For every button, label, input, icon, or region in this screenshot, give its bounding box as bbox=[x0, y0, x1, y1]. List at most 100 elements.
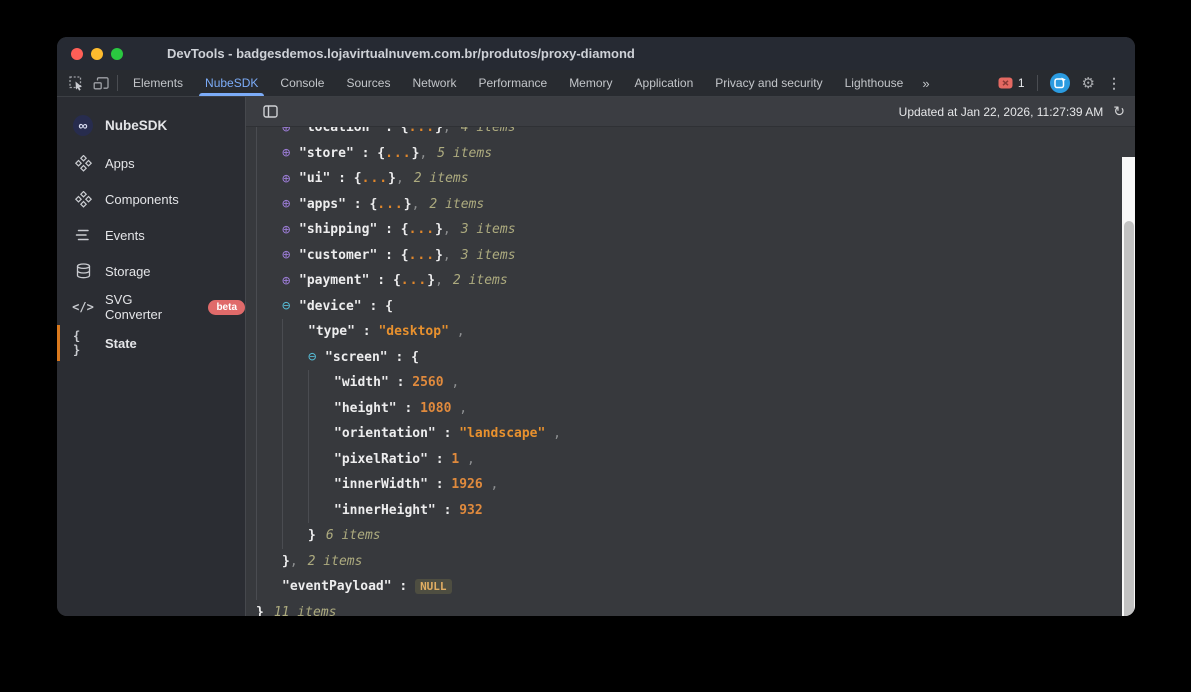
window-title: DevTools - badgesdemos.lojavirtualnuvem.… bbox=[167, 46, 635, 61]
beta-badge: beta bbox=[208, 300, 245, 315]
open-brace: { bbox=[393, 273, 401, 288]
indent-guide bbox=[256, 268, 282, 294]
close-brace: } bbox=[388, 171, 396, 186]
expand-toggle-collapsed[interactable]: ⊕ bbox=[282, 248, 299, 262]
indent-guide bbox=[308, 396, 334, 422]
expand-toggle-collapsed[interactable]: ⊕ bbox=[282, 197, 299, 211]
items-count: 2 items bbox=[308, 554, 363, 569]
sidebar-item-events[interactable]: Events bbox=[57, 217, 245, 253]
colon: : bbox=[377, 222, 400, 237]
null-badge: NULL bbox=[415, 579, 452, 594]
items-count: 4 items bbox=[461, 127, 516, 135]
refresh-icon[interactable]: ↻ bbox=[1113, 103, 1125, 120]
sidebar-item-state[interactable]: { } State bbox=[57, 325, 245, 361]
braces-icon: { } bbox=[73, 329, 93, 357]
open-brace: { bbox=[401, 127, 409, 135]
issues-counter[interactable]: 1 bbox=[994, 76, 1029, 90]
json-row-close-brace: }6 items bbox=[256, 523, 1135, 549]
zoom-window-button[interactable] bbox=[111, 48, 123, 60]
indent-guide bbox=[282, 523, 308, 549]
expand-toggle-collapsed[interactable]: ⊕ bbox=[282, 146, 299, 160]
json-row-apps: ⊕"apps" : {...},2 items bbox=[256, 192, 1135, 218]
colon: : bbox=[436, 503, 459, 518]
tab-console[interactable]: Console bbox=[269, 70, 335, 96]
json-row-height: "height" : 1080 , bbox=[256, 396, 1135, 422]
expand-toggle-expanded[interactable]: ⊖ bbox=[282, 299, 299, 313]
collapsed-dots[interactable]: ... bbox=[409, 222, 435, 237]
collapsed-dots[interactable]: ... bbox=[401, 273, 427, 288]
open-brace: { bbox=[369, 197, 377, 212]
issues-icon bbox=[998, 77, 1013, 89]
indent-guide bbox=[282, 447, 308, 473]
sidebar-item-apps[interactable]: Apps bbox=[57, 145, 245, 181]
expand-toggle-collapsed[interactable]: ⊕ bbox=[282, 127, 299, 135]
tab-privacy-and-security[interactable]: Privacy and security bbox=[704, 70, 833, 96]
collapsed-dots[interactable]: ... bbox=[377, 197, 403, 212]
colon: : bbox=[330, 171, 353, 186]
tab-memory[interactable]: Memory bbox=[558, 70, 623, 96]
json-row-screen: ⊖"screen" : { bbox=[256, 345, 1135, 371]
sidebar-item-svg-converter[interactable]: </>SVG Converterbeta bbox=[57, 289, 245, 325]
settings-gear-icon[interactable]: ⚙ bbox=[1078, 74, 1099, 92]
collapsed-dots[interactable]: ... bbox=[385, 146, 411, 161]
expand-toggle-expanded[interactable]: ⊖ bbox=[308, 350, 325, 364]
state-panel-header: Updated at Jan 22, 2026, 11:27:39 AM ↻ bbox=[246, 97, 1135, 127]
json-string-value: "desktop" bbox=[378, 324, 448, 339]
json-number-value: 1080 bbox=[420, 401, 451, 416]
json-tree: ⊕"location" : {...},4 items⊕"store" : {.… bbox=[246, 127, 1135, 616]
indent-guide bbox=[308, 498, 334, 524]
tab-application[interactable]: Application bbox=[624, 70, 705, 96]
devtools-tab-bar: ElementsNubeSDKConsoleSourcesNetworkPerf… bbox=[57, 70, 1135, 97]
open-brace: { bbox=[385, 299, 393, 314]
json-tree-viewport: ⊕"location" : {...},4 items⊕"store" : {.… bbox=[246, 127, 1135, 616]
comma: , bbox=[451, 401, 467, 416]
sidebar-item-nubesdk[interactable]: ∞NubeSDK bbox=[57, 107, 245, 143]
comma: , bbox=[483, 477, 499, 492]
indent-guide bbox=[308, 472, 334, 498]
tab-network[interactable]: Network bbox=[401, 70, 467, 96]
scrollbar-track[interactable] bbox=[1122, 157, 1135, 616]
minimize-window-button[interactable] bbox=[91, 48, 103, 60]
json-row-close-brace: }11 items bbox=[256, 600, 1135, 617]
indent-guide bbox=[256, 141, 282, 167]
toggle-sidebar-icon[interactable] bbox=[258, 97, 282, 126]
json-key: "eventPayload" bbox=[282, 579, 392, 594]
colon: : bbox=[397, 401, 420, 416]
collapsed-dots[interactable]: ... bbox=[362, 171, 388, 186]
json-row-location: ⊕"location" : {...},4 items bbox=[256, 127, 1135, 141]
tab-performance[interactable]: Performance bbox=[467, 70, 558, 96]
tab-sources[interactable]: Sources bbox=[335, 70, 401, 96]
expand-toggle-collapsed[interactable]: ⊕ bbox=[282, 274, 299, 288]
indent-guide bbox=[308, 421, 334, 447]
extension-icon[interactable] bbox=[1050, 73, 1070, 93]
json-row-orientation: "orientation" : "landscape" , bbox=[256, 421, 1135, 447]
json-key: "payment" bbox=[299, 273, 369, 288]
scrollbar-thumb[interactable] bbox=[1124, 221, 1134, 616]
close-brace: } bbox=[435, 248, 443, 263]
tab-nubesdk[interactable]: NubeSDK bbox=[194, 70, 269, 96]
comma: , bbox=[444, 375, 460, 390]
indent-guide bbox=[256, 574, 282, 600]
inspect-element-icon[interactable] bbox=[65, 70, 89, 96]
json-key: "location" bbox=[299, 127, 377, 135]
device-toolbar-icon[interactable] bbox=[89, 70, 113, 96]
collapsed-dots[interactable]: ... bbox=[409, 248, 435, 263]
indent-guide bbox=[282, 370, 308, 396]
tab-elements[interactable]: Elements bbox=[122, 70, 194, 96]
comma: , bbox=[396, 171, 404, 186]
json-key: "width" bbox=[334, 375, 389, 390]
close-window-button[interactable] bbox=[71, 48, 83, 60]
json-row-innerHeight: "innerHeight" : 932 bbox=[256, 498, 1135, 524]
expand-toggle-collapsed[interactable]: ⊕ bbox=[282, 223, 299, 237]
expand-toggle-collapsed[interactable]: ⊕ bbox=[282, 172, 299, 186]
sidebar-item-storage[interactable]: Storage bbox=[57, 253, 245, 289]
menu-kebab-icon[interactable]: ⋮ bbox=[1103, 75, 1127, 92]
collapsed-dots[interactable]: ... bbox=[409, 127, 435, 135]
panel-tabs: ElementsNubeSDKConsoleSourcesNetworkPerf… bbox=[122, 70, 914, 96]
tab-lighthouse[interactable]: Lighthouse bbox=[834, 70, 915, 96]
sidebar-item-components[interactable]: Components bbox=[57, 181, 245, 217]
more-tabs-button[interactable]: » bbox=[914, 76, 936, 91]
colon: : bbox=[354, 146, 377, 161]
sidebar-item-label: State bbox=[105, 336, 137, 351]
comma: , bbox=[412, 197, 420, 212]
